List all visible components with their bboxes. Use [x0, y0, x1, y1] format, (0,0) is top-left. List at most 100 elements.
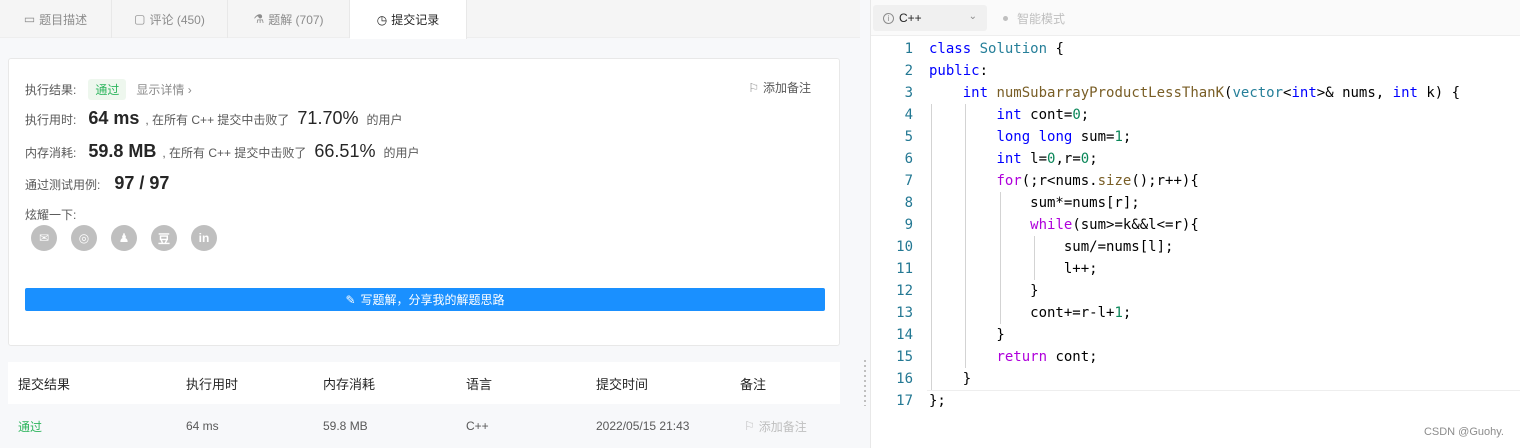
smart-mode-label: 智能模式: [1017, 12, 1066, 26]
tab-comments[interactable]: ▢ 评论 (450): [112, 0, 228, 38]
code-line: 10 sum/=nums[l];: [871, 236, 1520, 258]
smart-mode-toggle[interactable]: 智能模式: [1003, 10, 1065, 27]
runtime-label: 执行用时:: [25, 113, 77, 127]
linkedin-icon[interactable]: in: [191, 225, 217, 251]
flag-icon: ⚐: [744, 419, 755, 433]
line-number: 17: [896, 393, 913, 409]
line-number: 1: [904, 41, 913, 57]
table-row[interactable]: 通过 64 ms 59.8 MB C++ 2022/05/15 21:43 ⚐ …: [8, 404, 840, 448]
code-line: 8 sum*=nums[r];: [871, 192, 1520, 214]
code-text: sum*=nums[r];: [929, 195, 1140, 211]
line-number: 12: [896, 283, 913, 299]
indent-guide: [931, 104, 932, 390]
code-text: }: [929, 283, 1039, 299]
indent-guide: [1034, 236, 1035, 280]
line-number: 2: [904, 63, 913, 79]
memory-row: 内存消耗: 59.8 MB , 在所有 C++ 提交中击败了 66.51% 的用…: [25, 141, 419, 162]
code-text: long long sum=1;: [996, 129, 1132, 145]
indent-guide: [1000, 192, 1001, 324]
code-line: 15 return cont;: [871, 346, 1520, 368]
row-memory: 59.8 MB: [323, 419, 368, 433]
header-memory: 内存消耗: [323, 376, 376, 392]
code-text: cont+=r-l+1;: [929, 305, 1132, 321]
left-pane: ▭ 题目描述 ▢ 评论 (450) ⚗ 题解 (707) ◷ 提交记录 执行结果…: [0, 0, 860, 448]
memory-percentile: 66.51%: [314, 141, 376, 161]
tab-solutions[interactable]: ⚗ 题解 (707): [228, 0, 350, 38]
watermark: CSDN @Guohy.: [1423, 426, 1504, 438]
memory-value: 59.8 MB: [88, 141, 157, 161]
tab-description[interactable]: ▭ 题目描述: [0, 0, 112, 38]
status-label: 执行结果:: [25, 83, 77, 97]
header-runtime: 执行用时: [186, 376, 239, 392]
memory-suffix: 的用户: [383, 146, 420, 160]
write-solution-button[interactable]: ✎ 写题解，分享我的解题思路: [25, 288, 825, 311]
code-line: 16 }: [871, 368, 1520, 390]
code-line: 5 long long sum=1;: [871, 126, 1520, 148]
show-details-link[interactable]: 显示详情 ›: [136, 81, 191, 98]
editor-divider: [927, 390, 1520, 391]
header-note: 备注: [740, 376, 767, 392]
tests-label: 通过测试用例:: [25, 178, 101, 192]
clock-icon: ◷: [376, 12, 388, 27]
code-line: 9 while(sum>=k&&l<=r){: [871, 214, 1520, 236]
share-label: 炫耀一下:: [25, 208, 77, 222]
add-note-button[interactable]: ⚐ 添加备注: [748, 79, 811, 96]
row-note-label: 添加备注: [758, 419, 807, 434]
language-select[interactable]: i C++ ⌄: [873, 5, 987, 31]
memory-mid-text: , 在所有 C++ 提交中击败了: [162, 146, 307, 160]
weibo-icon[interactable]: ◎: [71, 225, 97, 251]
row-result[interactable]: 通过: [18, 404, 42, 448]
language-value: C++: [899, 11, 922, 25]
line-number: 15: [896, 349, 913, 365]
code-text: return cont;: [996, 349, 1098, 365]
code-line: 17};: [871, 390, 1520, 412]
code-line: 1 class Solution {: [871, 38, 1520, 60]
code-line: 3 int numSubarrayProductLessThanK(vector…: [871, 82, 1520, 104]
tab-label: 题解 (707): [268, 12, 324, 27]
info-icon: i: [883, 12, 894, 24]
drag-handle-icon[interactable]: [864, 360, 866, 406]
tab-bar: ▭ 题目描述 ▢ 评论 (450) ⚗ 题解 (707) ◷ 提交记录: [0, 0, 860, 39]
code-line: 14 }: [871, 324, 1520, 346]
runtime-mid-text: , 在所有 C++ 提交中击败了: [145, 113, 290, 127]
header-result: 提交结果: [18, 376, 71, 392]
qq-icon[interactable]: ♟: [111, 225, 137, 251]
code-line: 6 int l=0,r=0;: [871, 148, 1520, 170]
tab-label: 题目描述: [39, 12, 88, 27]
header-language: 语言: [466, 376, 493, 392]
share-row: 炫耀一下:: [25, 206, 76, 223]
line-number: 9: [904, 217, 913, 233]
indent-guide: [965, 104, 966, 368]
code-line: 12 }: [871, 280, 1520, 302]
comment-icon: ▢: [134, 12, 146, 26]
flag-icon: ⚐: [748, 80, 759, 95]
tests-value: 97 / 97: [114, 173, 170, 193]
memory-label: 内存消耗:: [25, 146, 77, 160]
pane-splitter[interactable]: [860, 0, 870, 448]
line-number: 10: [896, 239, 913, 255]
douban-icon[interactable]: 豆: [151, 225, 177, 251]
add-note-label: 添加备注: [762, 81, 811, 95]
code-line: 4 int cont=0;: [871, 104, 1520, 126]
dot-icon: [1003, 16, 1008, 21]
result-card: 执行结果: 通过 显示详情 › ⚐ 添加备注 执行用时: 64 ms , 在所有…: [8, 58, 840, 346]
code-text: int numSubarrayProductLessThanK(vector<i…: [962, 85, 1461, 101]
code-text: for(;r<nums.size();r++){: [996, 173, 1199, 189]
tab-label: 评论 (450): [149, 12, 205, 27]
code-editor[interactable]: 1 class Solution { 2 public: 3 int numSuba…: [871, 38, 1520, 410]
runtime-suffix: 的用户: [366, 113, 403, 127]
wechat-icon[interactable]: ✉: [31, 225, 57, 251]
history-header: 提交结果 执行用时 内存消耗 语言 提交时间 备注: [8, 362, 840, 404]
tab-submissions[interactable]: ◷ 提交记录: [350, 0, 467, 39]
tests-row: 通过测试用例: 97 / 97: [25, 173, 169, 194]
line-number: 11: [896, 261, 913, 277]
runtime-value: 64 ms: [88, 108, 140, 128]
submission-history: 提交结果 执行用时 内存消耗 语言 提交时间 备注 通过 64 ms 59.8 …: [8, 362, 840, 448]
row-language: C++: [466, 419, 489, 433]
code-text: }: [929, 327, 1005, 343]
row-runtime: 64 ms: [186, 419, 219, 433]
write-solution-label: 写题解，分享我的解题思路: [360, 293, 505, 307]
row-add-note-button[interactable]: ⚐ 添加备注: [744, 404, 807, 448]
code-text: int cont=0;: [996, 107, 1090, 123]
description-icon: ▭: [23, 12, 36, 26]
